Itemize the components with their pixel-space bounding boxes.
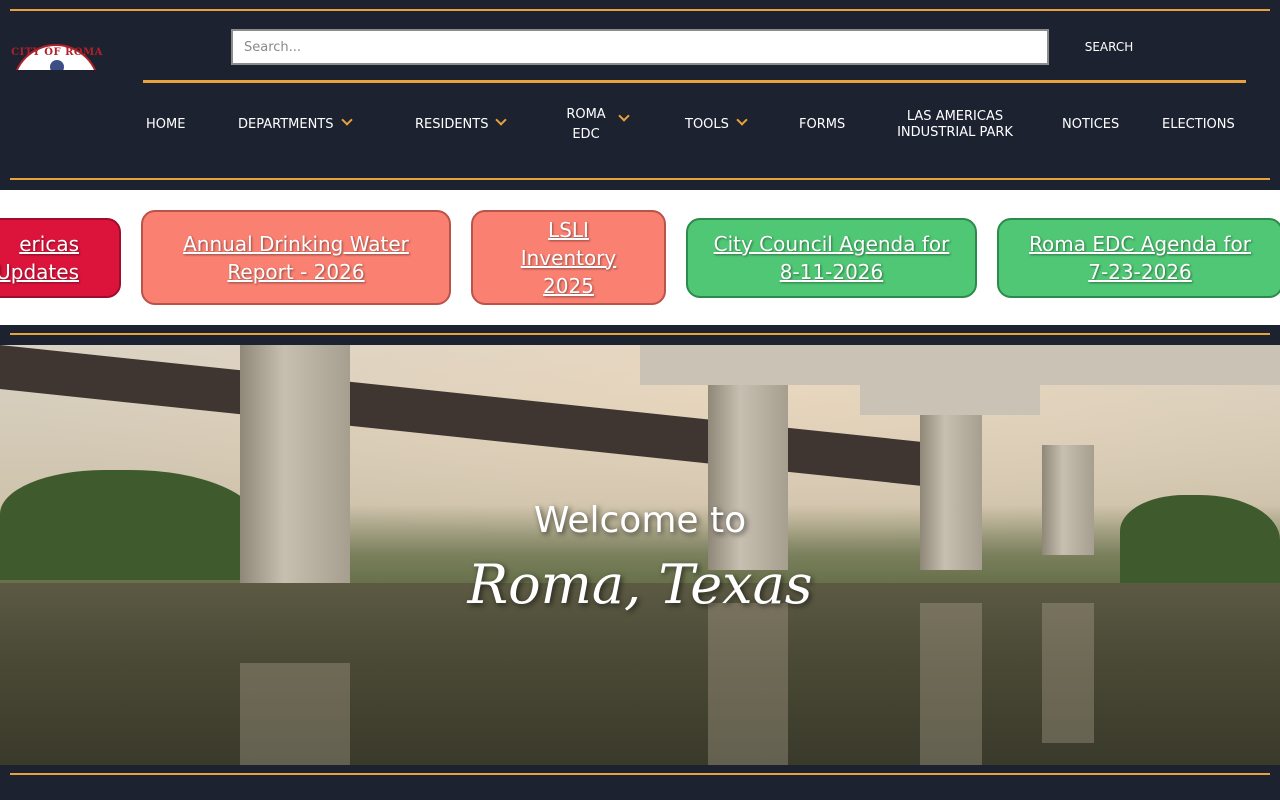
- nav-forms-label: FORMS: [799, 117, 846, 132]
- nav-tools[interactable]: TOOLS: [685, 114, 748, 133]
- notice-label: Roma EDC Agenda for 7-23-2026: [1029, 232, 1251, 284]
- search-input[interactable]: [231, 29, 1049, 65]
- search-divider: [143, 80, 1246, 83]
- notice-lsli-inventory[interactable]: LSLI Inventory 2025: [471, 210, 666, 305]
- hero-city-name: Roma, Texas: [467, 553, 813, 616]
- hero-bottom-divider: [10, 773, 1270, 775]
- nav-forms[interactable]: FORMS: [799, 117, 845, 133]
- nav-home-label: HOME: [146, 117, 186, 132]
- search-button[interactable]: SEARCH: [1068, 29, 1150, 65]
- notice-label: Annual Drinking Water Report - 2026: [183, 231, 409, 284]
- nav-roma-edc[interactable]: ROMA EDC: [561, 107, 630, 143]
- hero-welcome-text: Welcome to: [533, 500, 747, 541]
- hero-top-band: [0, 325, 1280, 345]
- nav-roma-edc-label-line1: ROMA: [566, 107, 606, 122]
- hero-bottom-band: [0, 765, 1280, 800]
- city-seal-logo[interactable]: CITY OF ROMA: [10, 44, 104, 70]
- nav-tools-label: TOOLS: [685, 117, 729, 132]
- notice-drinking-water-report[interactable]: Annual Drinking Water Report - 2026: [141, 210, 451, 305]
- nav-departments[interactable]: DEPARTMENTS: [238, 114, 353, 133]
- header-bottom-divider: [10, 178, 1270, 180]
- nav-residents-label: RESIDENTS: [415, 117, 489, 132]
- header-top-divider: [10, 9, 1270, 11]
- chevron-down-icon: [736, 114, 748, 126]
- notice-label: City Council Agenda for 8-11-2026: [713, 232, 950, 284]
- nav-las-americas-label-line1: LAS AMERICAS: [906, 109, 1004, 124]
- notice-label: ericas Updates: [0, 232, 79, 284]
- nav-notices[interactable]: NOTICES: [1062, 117, 1119, 133]
- nav-las-americas[interactable]: LAS AMERICAS INDUSTRIAL PARK: [893, 109, 1017, 141]
- hero-reflection: [920, 603, 982, 765]
- chevron-down-icon: [340, 114, 353, 126]
- hero-reflection: [240, 663, 350, 765]
- site-header: CITY OF ROMA SEARCH HOME DEPARTMENTS RES…: [0, 0, 1280, 190]
- notice-carousel: ericas Updates Annual Drinking Water Repor…: [0, 190, 1280, 325]
- nav-las-americas-label-line2: INDUSTRIAL PARK: [897, 125, 1013, 140]
- chevron-down-icon: [495, 114, 508, 126]
- hero-top-divider: [10, 333, 1270, 335]
- seal-emblem-icon: [50, 60, 64, 70]
- hero-reflection: [708, 603, 788, 765]
- notice-label: LSLI Inventory 2025: [520, 217, 617, 298]
- hero-new-bridge: [640, 345, 1280, 385]
- nav-residents[interactable]: RESIDENTS: [415, 114, 508, 133]
- nav-departments-label: DEPARTMENTS: [238, 117, 334, 132]
- nav-elections-label: ELECTIONS: [1162, 117, 1235, 132]
- seal-text: CITY OF ROMA: [11, 47, 103, 58]
- nav-notices-label: NOTICES: [1062, 117, 1120, 132]
- hero-reflection: [1042, 603, 1094, 743]
- nav-elections[interactable]: ELECTIONS: [1162, 117, 1235, 133]
- nav-roma-edc-label-line2: EDC: [572, 127, 600, 142]
- hero-bridge-cap: [860, 385, 1040, 415]
- hero-pillar: [708, 385, 788, 570]
- notice-roma-edc-agenda[interactable]: Roma EDC Agenda for 7-23-2026: [997, 218, 1280, 298]
- notice-las-americas-updates[interactable]: ericas Updates: [0, 218, 121, 298]
- notice-city-council-agenda[interactable]: City Council Agenda for 8-11-2026: [686, 218, 977, 298]
- nav-home[interactable]: HOME: [146, 117, 185, 133]
- hero-banner: Welcome to Roma, Texas: [0, 345, 1280, 765]
- hero-pillar: [920, 415, 982, 570]
- chevron-down-icon: [618, 110, 630, 122]
